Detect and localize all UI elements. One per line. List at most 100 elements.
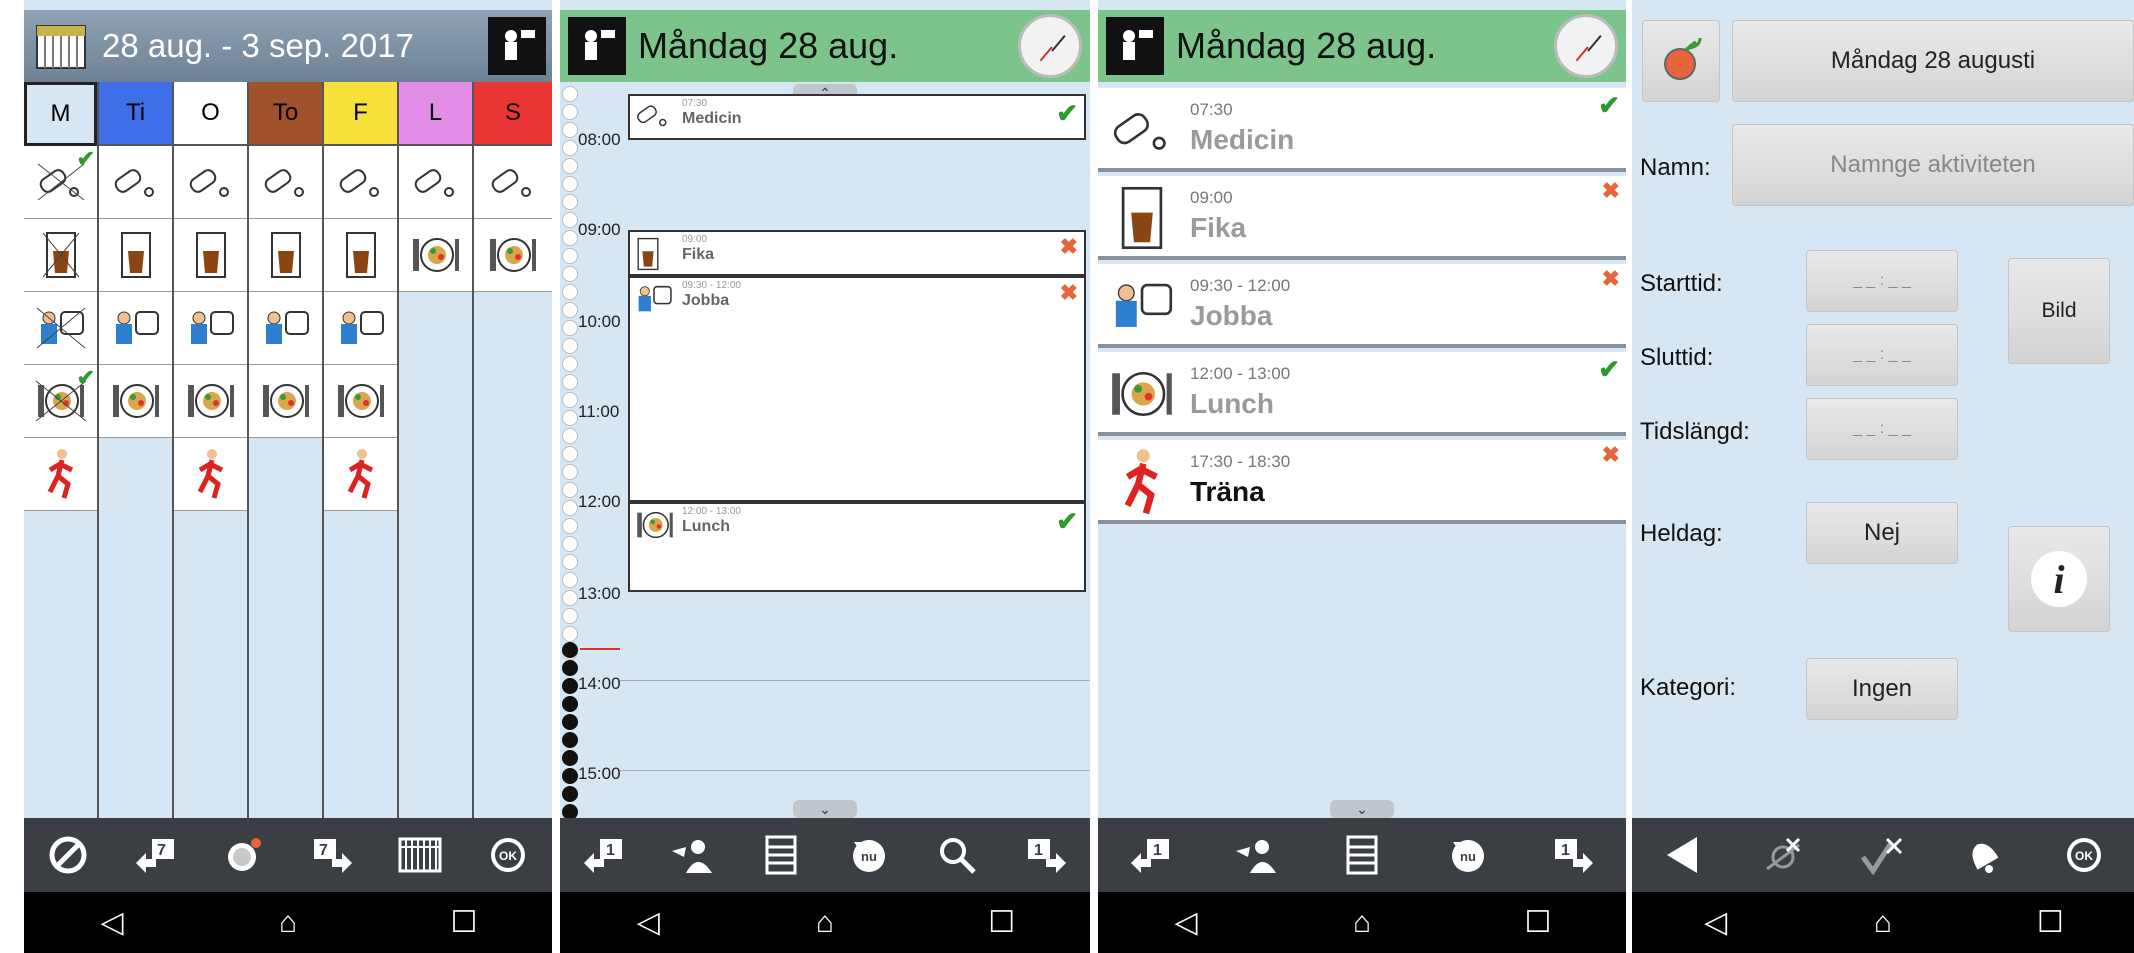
day-head-saturday[interactable]: L	[399, 82, 472, 146]
category-select[interactable]: Ingen	[1806, 658, 1958, 720]
back-arrow-icon[interactable]	[1655, 828, 1709, 882]
week-cell-fika[interactable]	[24, 219, 97, 292]
day-column-monday[interactable]: M ✔ ✔	[24, 82, 99, 818]
week-cell-lunch[interactable]: ✔	[24, 365, 97, 438]
remove-alarm-icon[interactable]	[1756, 828, 1810, 882]
week-cell-lunch[interactable]	[399, 219, 472, 292]
planner-icon[interactable]	[1106, 17, 1164, 75]
day-head-monday[interactable]: M	[24, 82, 97, 146]
now-icon[interactable]: nu	[1441, 828, 1495, 882]
week-cell-medicin[interactable]	[399, 146, 472, 219]
week-cell-fika[interactable]	[249, 219, 322, 292]
start-time-field[interactable]: _ _ : _ _	[1806, 250, 1958, 312]
day-column-saturday[interactable]: L	[399, 82, 474, 818]
back-icon[interactable]: ◁	[623, 905, 673, 940]
week-cell-medicin[interactable]	[474, 146, 552, 219]
list-item-fika[interactable]: 09:00 Fika ✖	[1098, 176, 1626, 260]
home-icon[interactable]: ⌂	[800, 906, 850, 940]
done-check-icon[interactable]: ✔	[1056, 506, 1078, 537]
ok-icon[interactable]: OK	[481, 828, 535, 882]
week-cell-lunch[interactable]	[174, 365, 247, 438]
day-column-friday[interactable]: F	[324, 82, 399, 818]
skipped-icon[interactable]: ✖	[1602, 442, 1620, 468]
week-cell-medicin[interactable]	[249, 146, 322, 219]
list-item-lunch[interactable]: 12:00 - 13:00 Lunch ✔	[1098, 352, 1626, 436]
back-icon[interactable]: ◁	[1691, 905, 1741, 940]
week-cell-jobba[interactable]	[99, 292, 172, 365]
week-cell-medicin[interactable]: ✔	[24, 146, 97, 219]
skipped-icon[interactable]: ✖	[1060, 280, 1078, 306]
week-cell-fika[interactable]	[324, 219, 397, 292]
week-cell-jobba[interactable]	[174, 292, 247, 365]
week-grid-icon[interactable]	[393, 828, 447, 882]
home-icon[interactable]: ⌂	[263, 906, 313, 940]
event-fika[interactable]: 09:00 Fika ✖	[628, 230, 1086, 276]
list-item-medicin[interactable]: 07:30 Medicin ✔	[1098, 88, 1626, 172]
day-column-sunday[interactable]: S	[474, 82, 552, 818]
day-head-sunday[interactable]: S	[474, 82, 552, 146]
prev-day-icon[interactable]: 1	[577, 828, 631, 882]
done-check-icon[interactable]: ✔	[1056, 98, 1078, 129]
week-cell-jobba[interactable]	[324, 292, 397, 365]
next-day-icon[interactable]: 1	[1019, 828, 1073, 882]
person-icon[interactable]	[665, 828, 719, 882]
prev-week-icon[interactable]: 7	[129, 828, 183, 882]
search-icon[interactable]	[930, 828, 984, 882]
week-cell-lunch[interactable]	[324, 365, 397, 438]
week-cell-fika[interactable]	[174, 219, 247, 292]
done-check-icon[interactable]: ✔	[1598, 354, 1620, 385]
week-cell-lunch[interactable]	[99, 365, 172, 438]
week-cell-medicin[interactable]	[174, 146, 247, 219]
event-medicin[interactable]: 07:30 Medicin ✔	[628, 94, 1086, 140]
week-cell-lunch[interactable]	[474, 219, 552, 292]
allday-toggle[interactable]: Nej	[1806, 502, 1958, 564]
scroll-down-button[interactable]: ⌄	[793, 800, 857, 818]
week-cell-medicin[interactable]	[324, 146, 397, 219]
next-week-icon[interactable]: 7	[305, 828, 359, 882]
scroll-down-button[interactable]: ⌄	[1330, 800, 1394, 818]
week-cell-jobba[interactable]	[249, 292, 322, 365]
name-field[interactable]: Namnge aktiviteten	[1732, 124, 2134, 206]
no-icon[interactable]	[41, 828, 95, 882]
recents-icon[interactable]: ☐	[439, 905, 489, 940]
done-check-icon[interactable]: ✔	[1598, 90, 1620, 121]
timer-icon[interactable]	[217, 828, 271, 882]
date-button[interactable]: Måndag 28 augusti	[1732, 20, 2134, 102]
skipped-icon[interactable]: ✖	[1060, 234, 1078, 260]
back-icon[interactable]: ◁	[1161, 905, 1211, 940]
day-column-tuesday[interactable]: Ti	[99, 82, 174, 818]
list-item-trana[interactable]: 17:30 - 18:30 Träna ✖	[1098, 440, 1626, 524]
recents-icon[interactable]: ☐	[1513, 905, 1563, 940]
event-jobba[interactable]: 09:30 - 12:00 Jobba ✖	[628, 276, 1086, 502]
skipped-icon[interactable]: ✖	[1602, 266, 1620, 292]
planner-icon[interactable]	[488, 17, 546, 75]
week-cell-jobba[interactable]	[24, 292, 97, 365]
person-icon[interactable]	[1229, 828, 1283, 882]
list-view-icon[interactable]	[1335, 828, 1389, 882]
now-icon[interactable]: nu	[842, 828, 896, 882]
remove-check-icon[interactable]	[1856, 828, 1910, 882]
activity-image-button[interactable]	[1642, 20, 1720, 102]
week-cell-trana[interactable]	[174, 438, 247, 511]
recents-icon[interactable]: ☐	[977, 905, 1027, 940]
week-cell-trana[interactable]	[324, 438, 397, 511]
week-cell-fika[interactable]	[99, 219, 172, 292]
planner-icon[interactable]	[568, 17, 626, 75]
list-item-jobba[interactable]: 09:30 - 12:00 Jobba ✖	[1098, 264, 1626, 348]
recents-icon[interactable]: ☐	[2025, 905, 2075, 940]
back-icon[interactable]: ◁	[87, 905, 137, 940]
home-icon[interactable]: ⌂	[1858, 906, 1908, 940]
next-day-icon[interactable]: 1	[1546, 828, 1600, 882]
duration-field[interactable]: _ _ : _ _	[1806, 398, 1958, 460]
clock-icon[interactable]	[1018, 14, 1082, 78]
day-column-thursday[interactable]: To	[249, 82, 324, 818]
end-time-field[interactable]: _ _ : _ _	[1806, 324, 1958, 386]
home-icon[interactable]: ⌂	[1337, 906, 1387, 940]
day-head-thursday[interactable]: To	[249, 82, 322, 146]
ok-icon[interactable]: OK	[2057, 828, 2111, 882]
event-lunch[interactable]: 12:00 - 13:00 Lunch ✔	[628, 502, 1086, 592]
skipped-icon[interactable]: ✖	[1602, 178, 1620, 204]
day-head-friday[interactable]: F	[324, 82, 397, 146]
week-cell-medicin[interactable]	[99, 146, 172, 219]
calendar-icon[interactable]	[32, 17, 90, 75]
